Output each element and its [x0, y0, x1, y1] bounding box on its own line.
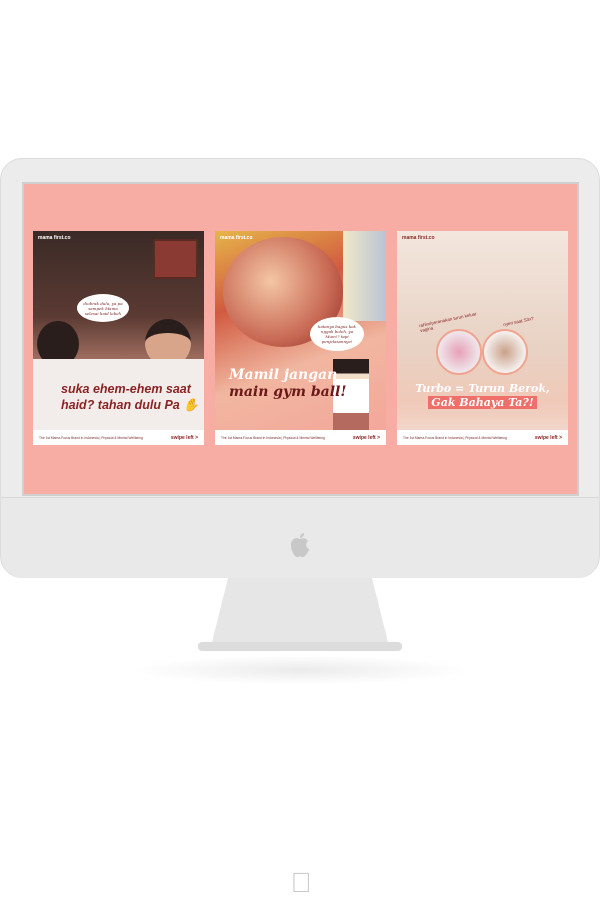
apple-logo-icon:  — [288, 868, 314, 898]
speech-bubble: katanya bagus kok nggak boleh, ya Mum!? … — [310, 317, 364, 351]
post-headline: suka ehem-ehem saat haid? tahan dulu Pa ✋ — [61, 382, 199, 412]
stand-shadow — [130, 655, 470, 685]
post-card-3[interactable]: mama first.co rahim/peranakan turun kelu… — [397, 231, 568, 445]
apple-icon — [291, 533, 309, 558]
post-footer: The 1st Mama-Focus Brand in Indonesia | … — [215, 430, 386, 445]
post-card-2[interactable]: mama first.co katanya bagus kok nggak bo… — [215, 231, 386, 445]
post-headline: Turbo = Turun Berok, Gak Bahaya Ta?! — [415, 382, 550, 409]
brand-logo: mama first.co — [220, 235, 253, 241]
swipe-left-link[interactable]: swipe left > — [171, 435, 198, 441]
monitor-stand — [198, 578, 402, 651]
wall-painting — [153, 239, 198, 279]
post-card-1[interactable]: mama first.co diobrak dulu, ya pa sampek… — [33, 231, 204, 445]
brand-logo: mama first.co — [38, 235, 71, 241]
swipe-left-link[interactable]: swipe left > — [353, 435, 380, 441]
spine-illustration — [343, 231, 386, 321]
post-headline: Mamil jangan main gym ball! — [229, 367, 347, 400]
brand-logo: mama first.co — [402, 235, 435, 241]
post-footer: The 1st Mama-Focus Brand in Indonesia | … — [397, 430, 568, 445]
caption-left: rahim/peranakan turun keluar vagina — [418, 311, 478, 334]
post-footer: The 1st Mama-Focus Brand in Indonesia | … — [33, 430, 204, 445]
swipe-left-link[interactable]: swipe left > — [535, 435, 562, 441]
anatomy-image — [436, 329, 482, 375]
speech-bubble: diobrak dulu, ya pa sampek Mama selesai … — [77, 294, 129, 322]
couple-image — [482, 329, 528, 375]
caption-right: nyeri saat S3x? — [502, 315, 535, 328]
